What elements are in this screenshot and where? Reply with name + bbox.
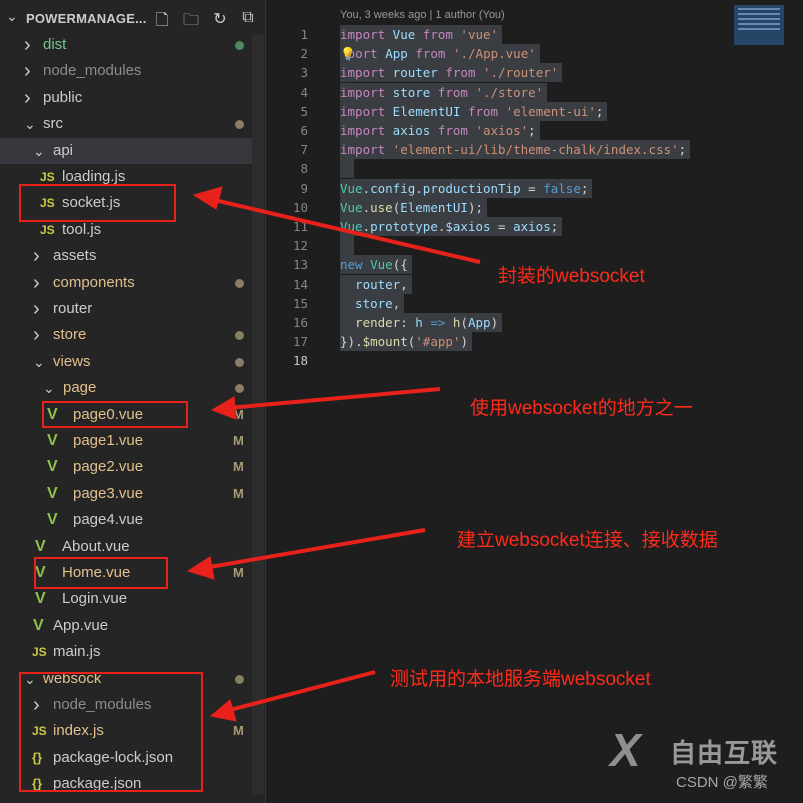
annotation-text: 测试用的本地服务端websocket xyxy=(390,669,651,690)
arrow-line xyxy=(225,670,376,713)
arrow-head xyxy=(192,186,223,210)
arrow-line xyxy=(209,197,481,264)
arrow-head xyxy=(210,396,237,420)
annotation-text: 封装的websocket xyxy=(498,266,645,287)
annotation-text: 使用websocket的地方之一 xyxy=(470,398,693,419)
annotation-text: 建立websocket连接、接收数据 xyxy=(457,530,718,551)
arrow-head xyxy=(209,699,237,722)
arrow-head xyxy=(186,556,215,580)
watermark-logo-icon: X xyxy=(610,724,641,776)
arrow-line xyxy=(227,387,441,410)
watermark-brand: 自由互联 xyxy=(670,738,779,768)
arrow-line xyxy=(203,528,426,570)
watermark: X 自由互联 CSDN @繁繁 xyxy=(610,715,800,800)
watermark-sub: CSDN @繁繁 xyxy=(676,774,768,791)
